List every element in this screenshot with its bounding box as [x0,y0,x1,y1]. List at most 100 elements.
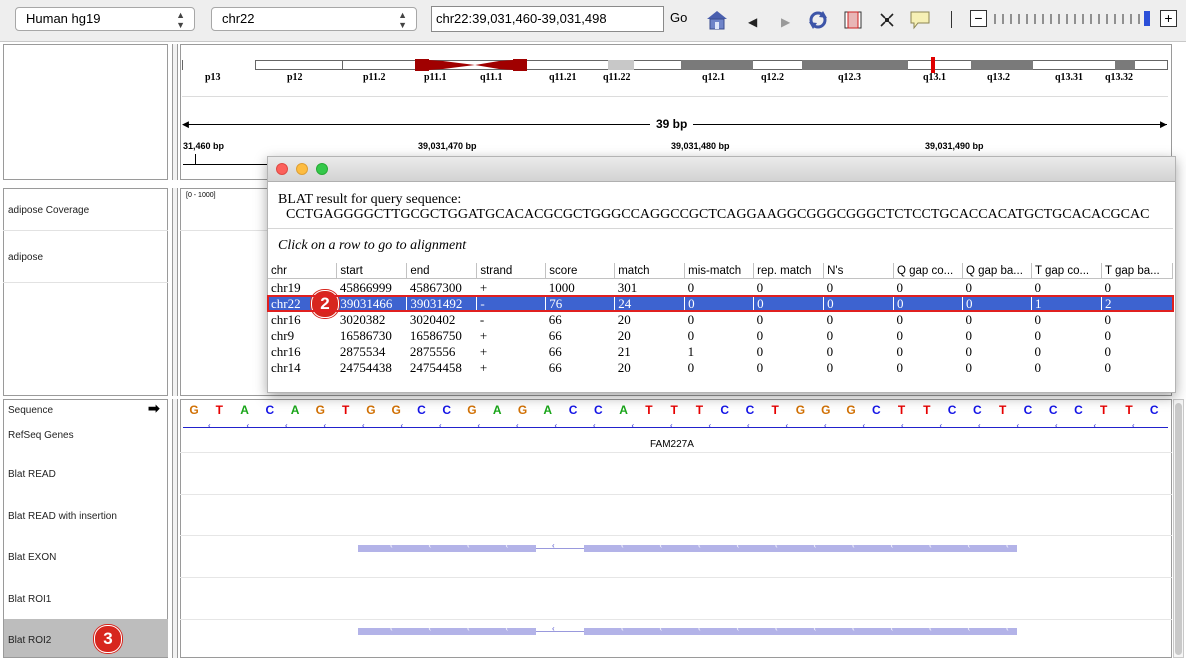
strand-chevron-icon: ‹ [516,421,519,430]
blat-exon-block[interactable] [358,545,536,552]
table-row[interactable]: chr14 24754438 24754458 +66 20 0 0 0 0 0 0 0 [268,359,1173,375]
back-arrow-icon[interactable]: ◀ [748,12,757,32]
table-cell: + [479,327,488,343]
column-header[interactable]: mis-match [684,263,755,279]
popup-info-icon[interactable] [909,10,931,35]
sequence-base: T [998,403,1007,417]
column-header[interactable]: strand [476,263,547,279]
track-name-blat-roi2[interactable]: Blat ROI2 [8,635,51,646]
column-header[interactable]: rep. match [753,263,825,279]
column-header[interactable]: Q gap ba... [962,263,1032,279]
gene-feature-line[interactable] [183,427,1168,428]
strand-arrow-icon[interactable]: ➡ [148,400,160,417]
panel-divider[interactable] [172,188,178,396]
track-separator [3,282,168,283]
feature-panel-scrollbar[interactable] [1173,399,1184,658]
table-cell: 0 [756,359,764,375]
table-row[interactable]: chr16 2875534 2875556 +66 21 1 0 0 0 0 0 0 [268,343,1173,359]
column-header[interactable]: score [545,263,616,279]
sequence-base: T [215,403,223,417]
go-button[interactable]: Go [670,10,687,25]
region-of-interest-icon[interactable] [843,10,863,35]
table-row[interactable]: chr16 3020382 3020402-66 20 0 0 0 0 0 0 0 [268,311,1173,327]
column-header[interactable]: N's [823,263,894,279]
refresh-icon[interactable] [807,10,829,35]
strand-chevron-icon: ‹ [554,421,558,430]
current-region-marker [931,57,935,73]
table-cell: 0 [896,311,904,327]
centromere [415,59,527,71]
column-header[interactable]: end [406,263,478,279]
zoom-in-icon[interactable]: + [1160,10,1177,27]
column-header[interactable]: start [336,263,408,279]
table-row[interactable]: chr9 16586730 16586750 +66 20 0 0 0 0 0 0 0 [268,327,1173,343]
fit-to-window-icon[interactable] [878,10,896,35]
sequence-base: C [568,403,578,417]
panel-divider[interactable] [172,44,178,180]
track-name-blat-read-insertion[interactable]: Blat READ with insertion [8,511,117,522]
table-cell: 0 [1104,279,1111,295]
table-cell: 0 [1034,343,1041,359]
blat-roi2-block[interactable] [358,628,536,635]
table-cell: 0 [965,343,972,359]
strand-chevron-icon: ‹ [824,421,827,430]
genome-dropdown[interactable]: Human hg19 ▲ ▼ [15,7,195,31]
scrollbar-thumb[interactable] [1175,403,1182,655]
strand-chevron-icon: ‹ [901,421,904,430]
dialog-title-bar[interactable] [268,157,1175,182]
track-name-adipose-coverage[interactable]: adipose Coverage [8,205,89,216]
close-button[interactable] [276,163,288,175]
track-name-sequence[interactable]: Sequence [8,405,53,416]
track-name-adipose[interactable]: adipose [8,252,43,263]
zoom-slider[interactable] [992,11,1152,26]
gene-label[interactable]: FAM227A [650,439,694,450]
track-name-refseq-genes[interactable]: RefSeq Genes [8,430,74,441]
zoom-out-icon[interactable]: − [970,10,987,27]
band-label: p12 [287,72,303,83]
band-label: q13.31 [1055,72,1084,83]
column-header[interactable]: T gap ba... [1101,263,1174,279]
table-cell: + [479,279,488,295]
column-header[interactable]: chr [268,263,338,279]
table-cell: 16586750 [409,327,462,343]
table-cell: 45867300 [409,279,462,295]
chromosome-dropdown[interactable]: chr22 ▲ ▼ [211,7,417,31]
track-name-blat-roi1[interactable]: Blat ROI1 [8,594,51,605]
blat-roi2-block[interactable] [584,628,1017,635]
blat-exon-block[interactable] [584,545,1017,552]
query-sequence: CCTGAGGGGCTTGCGCTGGATGCACACGCGCTGGGCCAGG… [286,207,1150,222]
column-header[interactable]: Q gap co... [893,263,963,279]
table-cell: 0 [965,279,972,295]
strand-chevron-icon: ‹ [477,421,481,430]
maximize-button[interactable] [316,163,328,175]
left-arrow-icon: ◀ [182,119,189,129]
locus-input[interactable]: chr22:39,031,460-39,031,498 [431,6,664,32]
minimize-button[interactable] [296,163,308,175]
table-cell: 66 [548,327,562,343]
blat-result-dialog: BLAT result for query sequence: CCTGAGGG… [267,156,1176,393]
blat-exon-intron [536,548,584,549]
panel-divider[interactable] [172,399,178,658]
home-icon[interactable] [706,10,728,35]
column-header[interactable]: T gap co... [1031,263,1102,279]
sequence-base: T [341,403,350,417]
table-cell: 20 [617,359,631,375]
strand-chevron-icon: ‹ [659,624,663,633]
track-name-blat-exon[interactable]: Blat EXON [8,552,56,563]
strand-chevron-icon: ‹ [736,541,740,550]
strand-chevron-icon: ‹ [813,624,817,633]
ruler-tick [195,154,196,164]
column-header[interactable]: match [614,263,686,279]
table-row[interactable]: chr19 45866999 45867300 +1000 301 0 0 0 0 0 0 0 [268,279,1173,296]
table-cell: 0 [1104,343,1111,359]
band-label: p13 [205,72,221,83]
table-cell: 20 [617,327,631,343]
table-cell: + [479,343,488,359]
band-q11.22 [608,60,634,70]
strand-chevron-icon: ‹ [390,541,393,550]
table-cell: 16586730 [339,327,392,343]
table-cell: 2875556 [409,343,456,359]
track-name-blat-read[interactable]: Blat READ [8,469,56,480]
forward-arrow-icon[interactable]: ▶ [781,12,790,32]
strand-chevron-icon: ‹ [400,421,404,430]
